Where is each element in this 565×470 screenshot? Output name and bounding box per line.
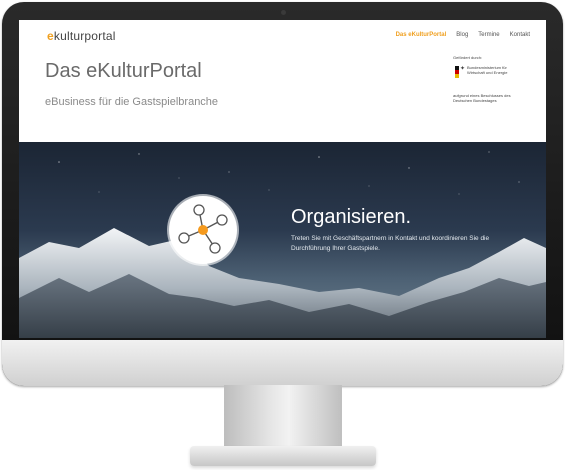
nav-item-kontakt[interactable]: Kontakt	[510, 32, 530, 38]
network-hub-icon	[169, 196, 237, 264]
german-flag-icon	[455, 66, 459, 78]
logo-text: kulturportal	[53, 29, 116, 43]
page-title: Das eKulturPortal	[45, 60, 202, 82]
header-section: Das eKulturPortal eBusiness für die Gast…	[19, 50, 546, 142]
nav-item-termine[interactable]: Termine	[478, 32, 499, 38]
logo-prefix: e	[47, 29, 54, 43]
hero-banner: Organisieren. Treten Sie mit Geschäftspa…	[19, 142, 546, 338]
monitor-stand	[224, 385, 342, 451]
banner-headline: Organisieren.	[291, 206, 412, 228]
monitor-chin	[2, 340, 563, 386]
federal-eagle-icon: ✦	[460, 66, 466, 72]
monitor-frame: ekulturportal Das eKulturPortal Blog Ter…	[2, 2, 563, 386]
mountain-range	[19, 228, 546, 338]
banner-description: Treten Sie mit Geschäftspartnern in Kont…	[291, 235, 490, 252]
sponsor-top-text: Gefördert durch:	[453, 55, 483, 60]
top-nav-bar: ekulturportal Das eKulturPortal Blog Ter…	[19, 20, 546, 51]
screen: ekulturportal Das eKulturPortal Blog Ter…	[19, 20, 546, 338]
camera-dot	[281, 10, 286, 15]
nav-item-blog[interactable]: Blog	[456, 32, 468, 38]
page-subtitle: eBusiness für die Gastspielbranche	[45, 96, 219, 108]
sponsor-bottom-text: aufgrund eines Beschlusses des Deutschen…	[453, 93, 511, 103]
sponsor-ministry: Bundesministerium für Wirtschaft und Ene…	[467, 65, 508, 75]
nav-item-das-ekulturportal[interactable]: Das eKulturPortal	[396, 32, 447, 38]
site-logo[interactable]: ekulturportal	[47, 29, 116, 43]
sponsor-logo: Gefördert durch: ✦ Bundesministerium für…	[453, 55, 521, 118]
main-nav: Das eKulturPortal Blog Termine Kontakt	[396, 32, 530, 38]
monitor-stand-base	[190, 446, 376, 466]
